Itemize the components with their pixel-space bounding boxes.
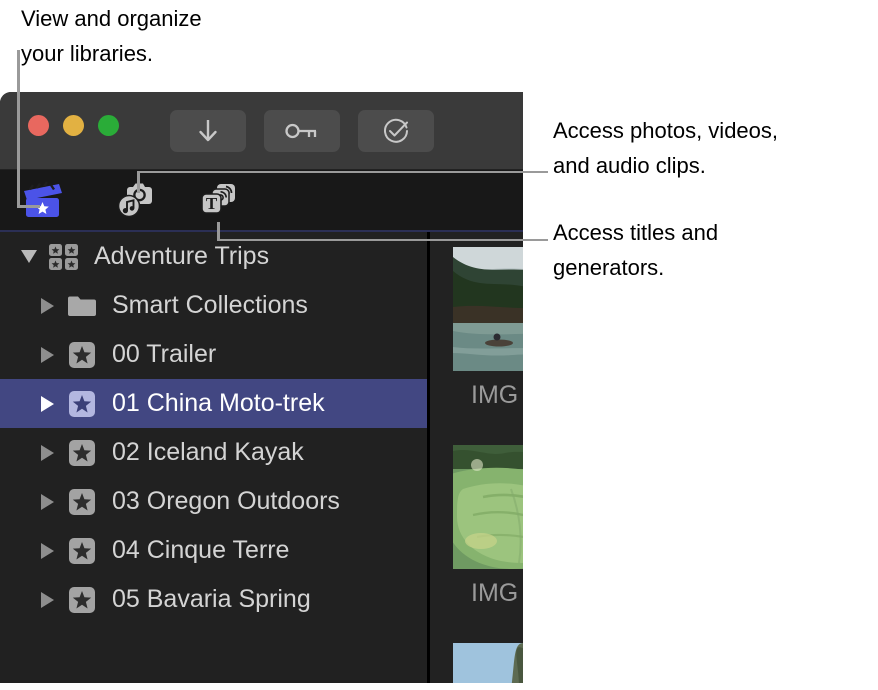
sidebar-row-label: 05 Bavaria Spring xyxy=(112,585,311,613)
disclosure-triangle-closed[interactable] xyxy=(36,346,58,363)
camera-music-icon xyxy=(117,183,152,218)
sidebar-row-label: Adventure Trips xyxy=(94,242,270,270)
zoom-button[interactable] xyxy=(98,115,119,136)
callout-titles: Access titles and generators. xyxy=(553,220,719,280)
clip-thumbnail-karst-cliff[interactable] xyxy=(453,643,523,683)
clip-browser[interactable]: IMG IMG xyxy=(430,232,523,683)
clip-thumbnail-lotus-flower[interactable] xyxy=(453,445,523,569)
libraries-sidebar[interactable]: Adventure Trips Smart Collections 00 Tra… xyxy=(0,232,430,683)
toolbar-button-group xyxy=(170,110,434,152)
titles-generators-tab[interactable]: T xyxy=(196,180,242,220)
leader-line-libraries-vertical xyxy=(17,50,20,207)
folder-icon xyxy=(66,291,98,321)
window-toolbar xyxy=(0,92,523,170)
event-star-icon xyxy=(66,487,98,517)
traffic-light-group xyxy=(28,115,119,136)
library-grid-icon xyxy=(48,242,80,272)
clip-item[interactable]: IMG xyxy=(453,247,523,410)
analyze-share-button[interactable] xyxy=(358,110,434,152)
final-cut-pro-window: T Adventure Trips Smart Collections 00 T… xyxy=(0,92,523,683)
leader-line-media-horizontal xyxy=(137,171,548,173)
photos-audio-tab[interactable] xyxy=(113,180,159,220)
clip-item[interactable]: IMG xyxy=(453,445,523,608)
callout-libraries: View and organize your libraries. xyxy=(21,6,202,66)
sidebar-row-03-oregon-outdoors[interactable]: 03 Oregon Outdoors xyxy=(0,477,427,526)
minimize-button[interactable] xyxy=(63,115,84,136)
close-button[interactable] xyxy=(28,115,49,136)
checkmark-circle-icon xyxy=(384,118,408,143)
sidebar-row-05-bavaria-spring[interactable]: 05 Bavaria Spring xyxy=(0,575,427,624)
sidebar-row-label: 00 Trailer xyxy=(112,340,217,368)
event-star-icon xyxy=(66,585,98,615)
sidebar-row-01-china-moto-trek[interactable]: 01 China Moto-trek xyxy=(0,379,427,428)
sidebar-row-label: 04 Cinque Terre xyxy=(112,536,290,564)
sidebar-row-04-cinque-terre[interactable]: 04 Cinque Terre xyxy=(0,526,427,575)
leader-line-media-vertical xyxy=(137,171,140,193)
leader-line-titles-horizontal xyxy=(217,239,548,241)
clip-item[interactable]: IMG xyxy=(453,643,523,683)
disclosure-triangle-open[interactable] xyxy=(18,250,40,263)
disclosure-triangle-closed[interactable] xyxy=(36,444,58,461)
download-arrow-icon xyxy=(199,120,217,142)
event-star-icon xyxy=(66,340,98,370)
sidebar-row-label: 02 Iceland Kayak xyxy=(112,438,304,466)
event-star-icon xyxy=(66,536,98,566)
disclosure-triangle-closed[interactable] xyxy=(36,395,58,412)
libraries-tab[interactable] xyxy=(20,180,66,220)
sidebar-row-smart-collections[interactable]: Smart Collections xyxy=(0,281,427,330)
clapperboard-star-icon xyxy=(24,181,62,217)
callout-media: Access photos, videos, and audio clips. xyxy=(553,118,779,178)
sidebar-row-label: Smart Collections xyxy=(112,291,308,319)
clip-label: IMG xyxy=(471,579,519,607)
sidebar-tab-bar: T xyxy=(0,170,523,232)
svg-text:T: T xyxy=(206,194,218,213)
leader-line-libraries-horizontal xyxy=(17,205,40,208)
import-media-button[interactable] xyxy=(170,110,246,152)
disclosure-triangle-closed[interactable] xyxy=(36,542,58,559)
sidebar-row-label: 03 Oregon Outdoors xyxy=(112,487,340,515)
clip-thumbnail-river-boats[interactable] xyxy=(453,247,523,371)
key-icon xyxy=(285,123,317,139)
sidebar-row-label: 01 China Moto-trek xyxy=(112,389,325,417)
keyword-editor-button[interactable] xyxy=(264,110,340,152)
event-star-icon xyxy=(66,389,98,419)
disclosure-triangle-closed[interactable] xyxy=(36,297,58,314)
titles-generators-icon: T xyxy=(201,184,235,214)
disclosure-triangle-closed[interactable] xyxy=(36,493,58,510)
sidebar-row-00-trailer[interactable]: 00 Trailer xyxy=(0,330,427,379)
event-star-icon xyxy=(66,438,98,468)
clip-label: IMG xyxy=(471,381,519,409)
sidebar-row-02-iceland-kayak[interactable]: 02 Iceland Kayak xyxy=(0,428,427,477)
disclosure-triangle-closed[interactable] xyxy=(36,591,58,608)
